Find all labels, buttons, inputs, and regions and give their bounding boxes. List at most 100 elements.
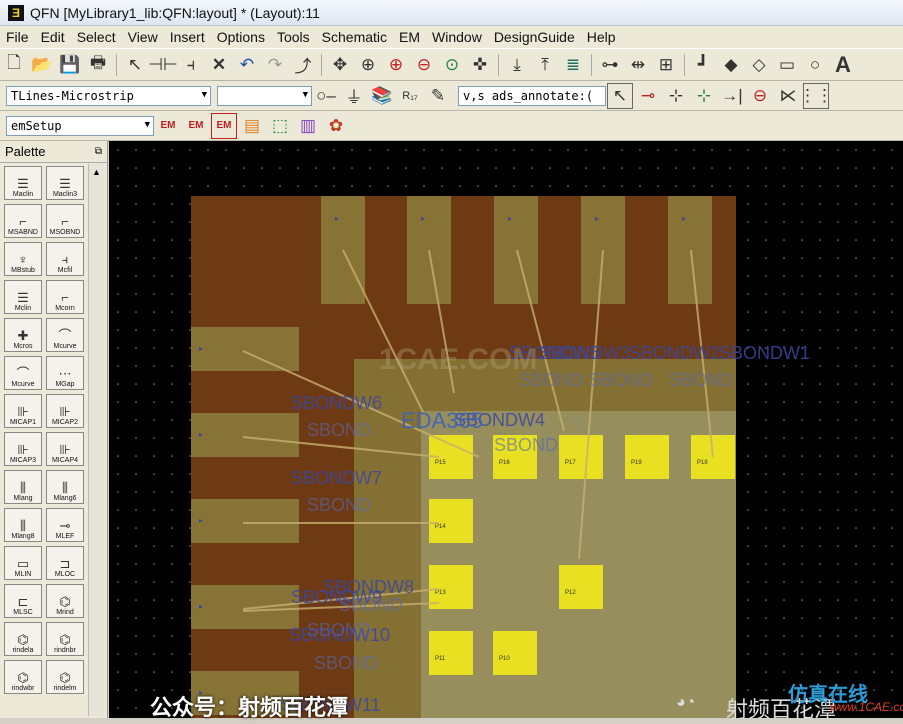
library-combo[interactable]: TLines-Microstrip ▼	[6, 85, 211, 106]
port-pin-icon[interactable]: ○–	[313, 83, 339, 109]
stack-icon[interactable]: ≣	[560, 52, 586, 78]
palette-item-mlin[interactable]: ▭ MLIN	[4, 546, 42, 580]
component-toolbar: TLines-Microstrip ▼ ▼ ○– ⏚ 📚 R₁₇ ✎ v,s a…	[0, 81, 903, 111]
move-icon[interactable]: ✥	[327, 52, 353, 78]
undock-icon[interactable]: ⧉	[95, 146, 102, 157]
palette-scrollbar[interactable]: ▲	[88, 164, 104, 716]
port-icon[interactable]: ⇹	[625, 52, 651, 78]
menu-schematic[interactable]: Schematic	[316, 29, 393, 45]
palette-item-mlang8[interactable]: ⫼ Mlang8	[4, 508, 42, 542]
palette-item-rindelm[interactable]: ⌬ rindelm	[46, 660, 84, 694]
zoom-area-icon[interactable]: ⊕	[355, 52, 381, 78]
menu-view[interactable]: View	[122, 29, 164, 45]
circle-icon[interactable]: ○	[802, 52, 828, 78]
menu-em[interactable]: EM	[393, 29, 426, 45]
pan-icon[interactable]: ✜	[467, 52, 493, 78]
component-combo[interactable]: ▼	[217, 85, 312, 106]
zoom-out-icon[interactable]: ⊖	[411, 52, 437, 78]
palette-item-mcros[interactable]: ✚ Mcros	[4, 318, 42, 352]
new-file-icon[interactable]: 🗋	[1, 52, 27, 78]
menu-tools[interactable]: Tools	[271, 29, 316, 45]
em-model-button[interactable]: EM	[183, 113, 209, 139]
palette-item-rindela[interactable]: ⌬ rindela	[4, 622, 42, 656]
palette-item-mlang6[interactable]: ⫼ Mlang6	[46, 470, 84, 504]
menu-window[interactable]: Window	[426, 29, 488, 45]
menu-file[interactable]: File	[0, 29, 35, 45]
snap-midpoint-icon[interactable]: ⊹	[691, 83, 717, 109]
undo-icon[interactable]: ↶	[234, 52, 260, 78]
snap-edge-icon[interactable]: →|	[719, 83, 745, 109]
palette-item-label: MSABND	[8, 229, 38, 236]
zoom-fit-icon[interactable]: ⊙	[439, 52, 465, 78]
push-down-icon[interactable]: ⤓	[504, 52, 530, 78]
redraw-icon[interactable]: ⤴	[290, 52, 316, 78]
trace-icon[interactable]: ┛	[690, 52, 716, 78]
polyline-icon[interactable]: ◇	[746, 52, 772, 78]
open-folder-icon[interactable]: 📂	[29, 52, 55, 78]
polygon-icon[interactable]: ◆	[718, 52, 744, 78]
palette-item-micap2[interactable]: ⊪ MICAP2	[46, 394, 84, 428]
menu-options[interactable]: Options	[211, 29, 271, 45]
menu-designguide[interactable]: DesignGuide	[488, 29, 581, 45]
snap-center-icon[interactable]: ⊖	[747, 83, 773, 109]
via-icon[interactable]: ⊞	[653, 52, 679, 78]
net-combo[interactable]: v,s ads_annotate:(	[458, 85, 606, 106]
palette-item-mlsc[interactable]: ⊏ MLSC	[4, 584, 42, 618]
menu-help[interactable]: Help	[581, 29, 622, 45]
snap-pin-icon[interactable]: ⊸	[635, 83, 661, 109]
palette-item-micap3[interactable]: ⊪ MICAP3	[4, 432, 42, 466]
insert-pin-icon[interactable]: ⊣⊢	[148, 52, 178, 78]
palette-item-mloc[interactable]: ⊐ MLOC	[46, 546, 84, 580]
snap-intersection-icon[interactable]: ⋉	[775, 83, 801, 109]
menu-select[interactable]: Select	[71, 29, 122, 45]
palette-item-mgap[interactable]: ⋯ MGap	[46, 356, 84, 390]
snap-grid-icon[interactable]: ⋮⋮	[799, 82, 833, 109]
layout-canvas[interactable]: ▸ ▸ ▸ ▸ ▸ ▸ ▸ ▸ ▸ ▸ P18 P19 P17 P16 P15 P14 P13 P12 P11 P…	[109, 141, 903, 718]
print-icon[interactable]: 🖶	[85, 52, 111, 78]
component-icon[interactable]: ⊶	[597, 52, 623, 78]
em-setup-combo[interactable]: emSetup ▼	[6, 115, 154, 136]
palette-item-mcorn[interactable]: ⌐ Mcorn	[46, 280, 84, 314]
delete-icon[interactable]: ✕	[206, 52, 232, 78]
scroll-up-icon[interactable]: ▲	[89, 164, 104, 180]
insert-multipin-icon[interactable]: ⫞	[178, 52, 204, 78]
zoom-in-icon[interactable]: ⊕	[383, 52, 409, 78]
palette-item-mbstub[interactable]: ♆ MBstub	[4, 242, 42, 276]
em-simulate-button[interactable]: EM	[155, 113, 181, 139]
variable-icon[interactable]: R₁₇	[397, 83, 423, 109]
em-setup-button[interactable]: EM	[211, 112, 237, 139]
pop-up-icon[interactable]: ⤒	[532, 52, 558, 78]
ground-icon[interactable]: ⏚	[341, 83, 367, 109]
redo-icon[interactable]: ↷	[262, 52, 288, 78]
palette-item-maclin3[interactable]: ☰ Maclin3	[46, 166, 84, 200]
palette-item-micap1[interactable]: ⊪ MICAP1	[4, 394, 42, 428]
text-icon[interactable]: A	[830, 52, 856, 78]
palette-item-mcfil[interactable]: ⫞ Mcfil	[46, 242, 84, 276]
coupled-lines-icon: ☰	[59, 176, 71, 191]
select-arrow-icon[interactable]: ↖	[122, 52, 148, 78]
save-icon[interactable]: 💾	[57, 52, 83, 78]
colormap-icon[interactable]: ▥	[295, 113, 321, 139]
snap-vertex-icon[interactable]: ⊹	[663, 83, 689, 109]
palette-item-rindnbr[interactable]: ⌬ rindnbr	[46, 622, 84, 656]
rectangle-icon[interactable]: ▭	[774, 52, 800, 78]
palette-item-micap4[interactable]: ⊪ MICAP4	[46, 432, 84, 466]
substrate-icon[interactable]: ▤	[239, 113, 265, 139]
menu-insert[interactable]: Insert	[164, 29, 211, 45]
palette-item-rindwbr[interactable]: ⌬ rindwbr	[4, 660, 42, 694]
palette-item-mclin[interactable]: ☰ Mclin	[4, 280, 42, 314]
menu-edit[interactable]: Edit	[35, 29, 71, 45]
palette-item-msobnd[interactable]: ⌐ MSOBND	[46, 204, 84, 238]
palette-item-mcurve[interactable]: ⌒ Mcurve	[4, 356, 42, 390]
tune-icon[interactable]: ✎	[425, 83, 451, 109]
palette-item-mcurve[interactable]: ⌒ Mcurve	[46, 318, 84, 352]
library-browser-icon[interactable]: 📚	[369, 83, 395, 109]
palette-item-mrind[interactable]: ⌬ Mrind	[46, 584, 84, 618]
palette-item-mlef[interactable]: ⊸ MLEF	[46, 508, 84, 542]
3d-view-icon[interactable]: ⬚	[267, 113, 293, 139]
palette-item-msabnd[interactable]: ⌐ MSABND	[4, 204, 42, 238]
palette-item-mlang[interactable]: ⫼ Mlang	[4, 470, 42, 504]
palette-item-maclin[interactable]: ☰ Maclin	[4, 166, 42, 200]
snap-origin-icon[interactable]: ↖	[607, 82, 633, 109]
visualize-icon[interactable]: ✿	[323, 113, 349, 139]
